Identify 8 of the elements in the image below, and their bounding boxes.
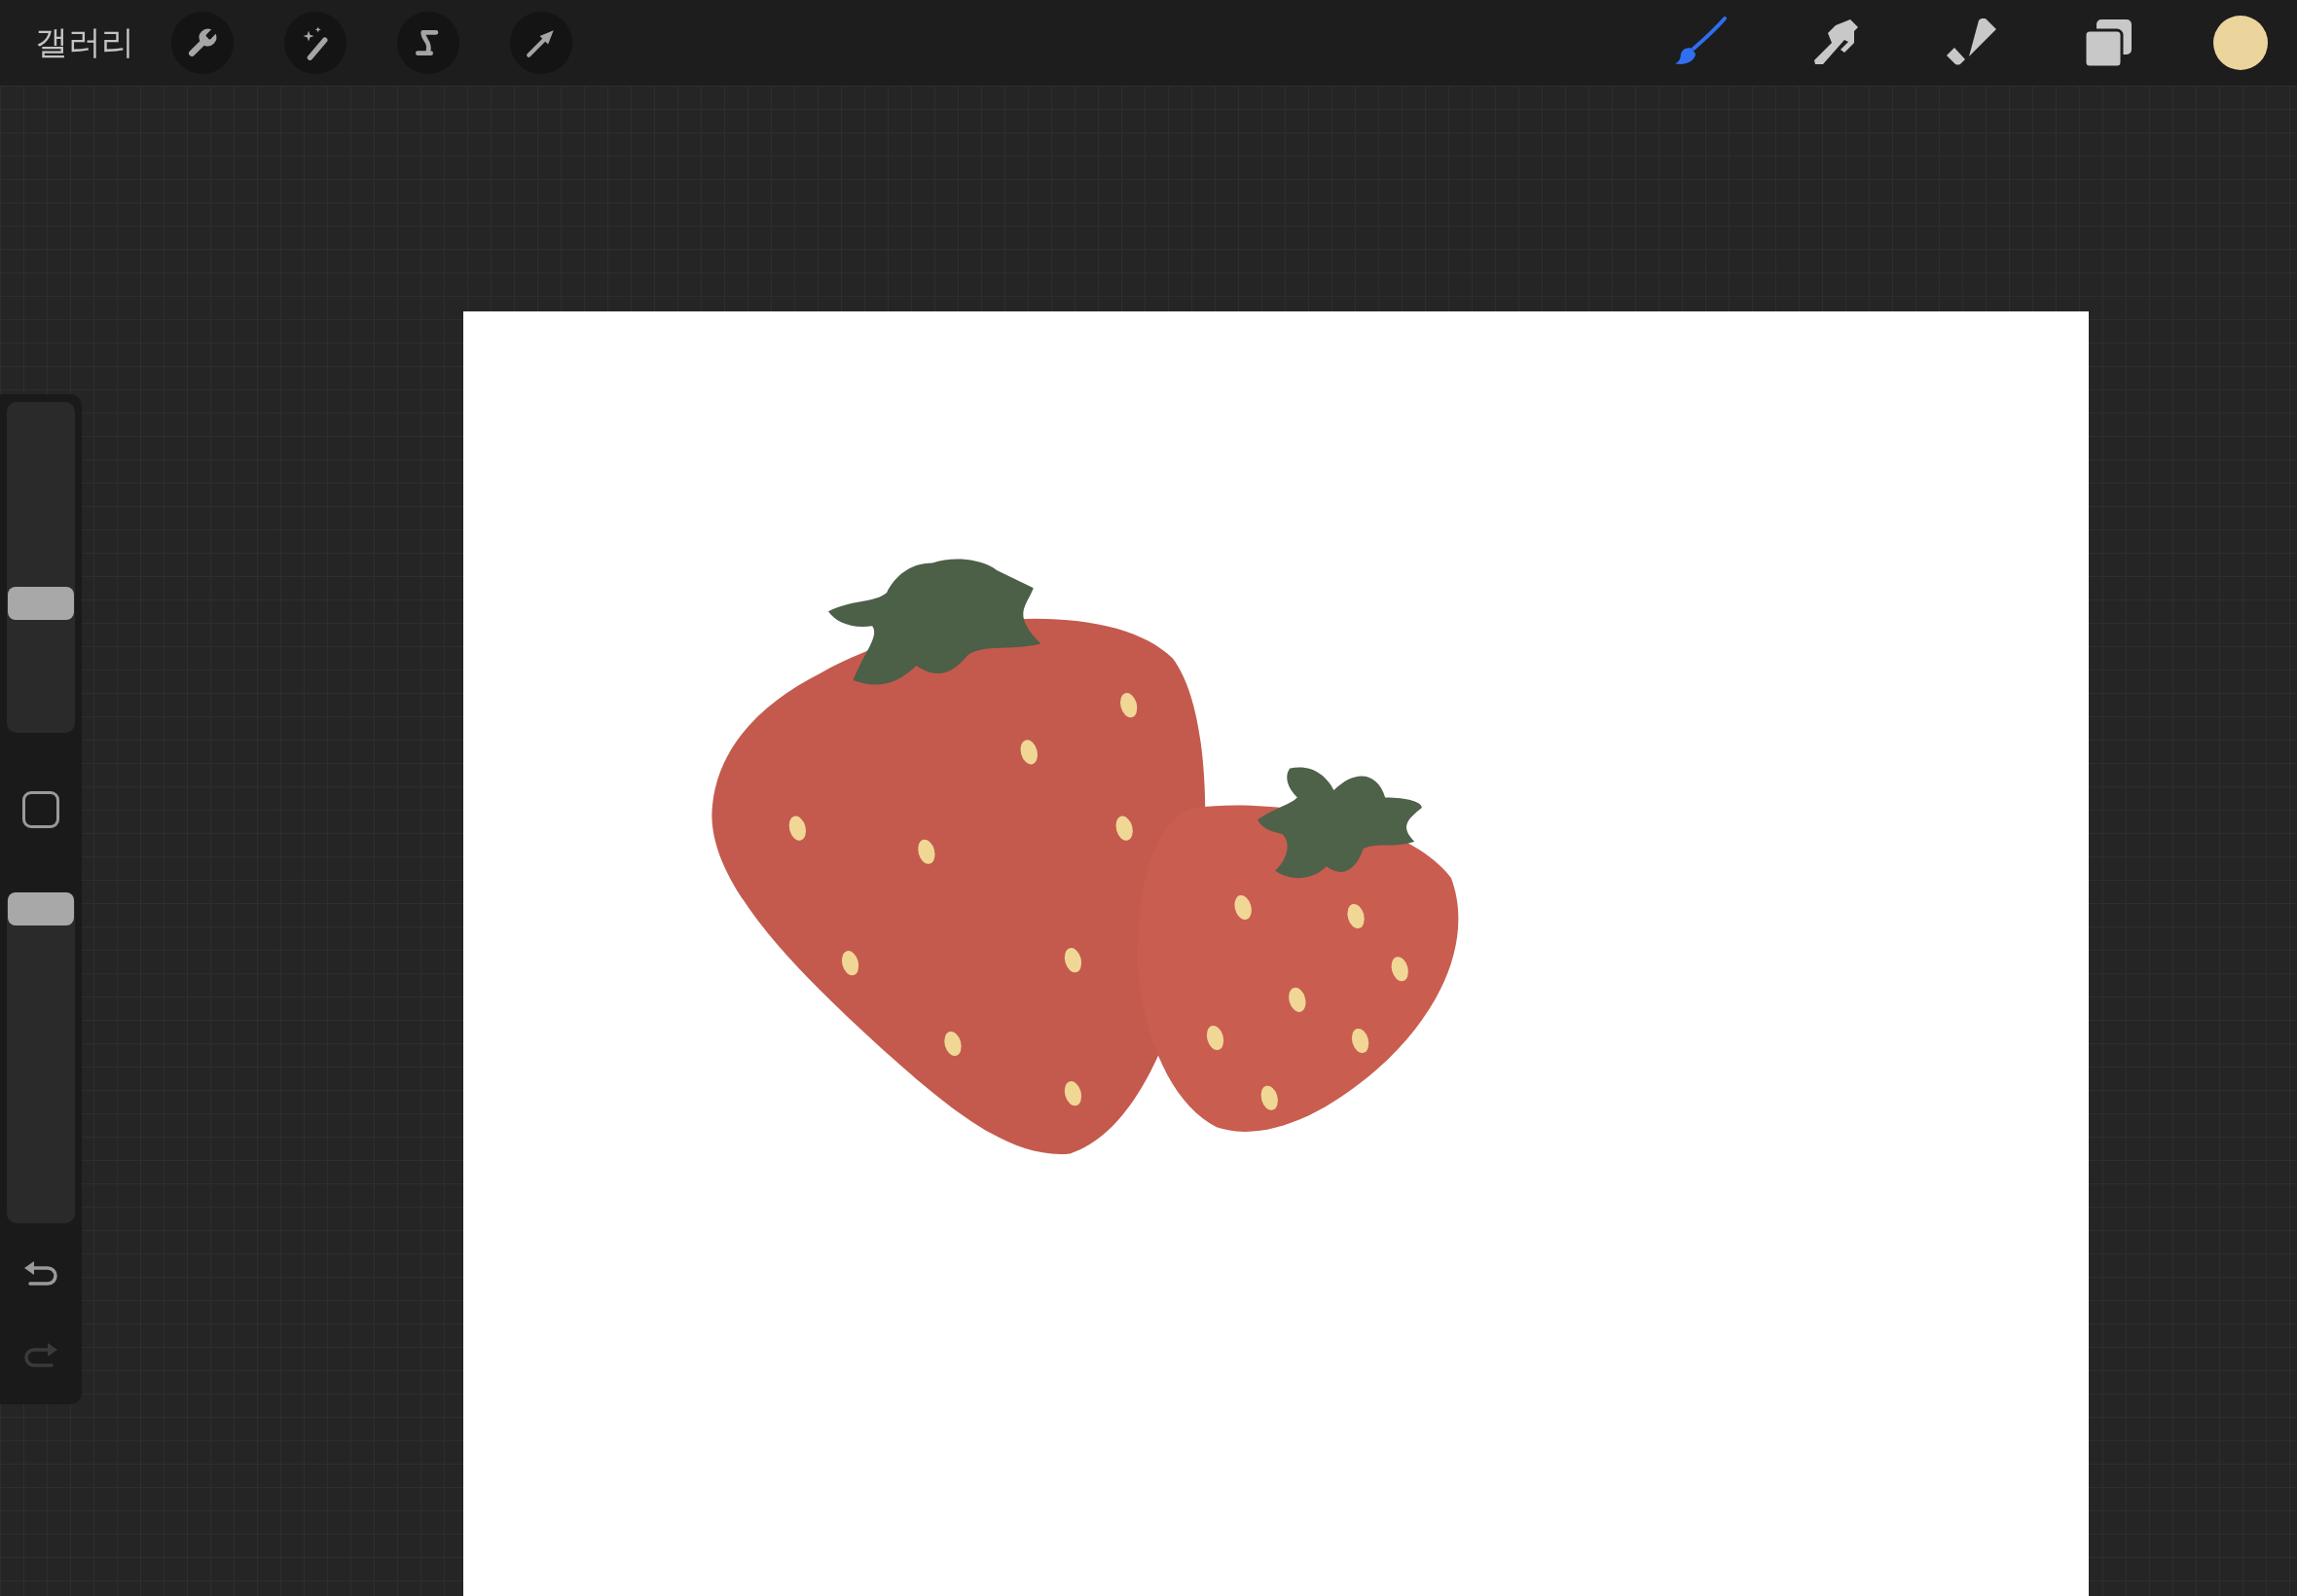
slider-thumb[interactable]	[8, 586, 74, 620]
modify-button[interactable]	[22, 791, 59, 828]
layers-icon	[2084, 18, 2133, 67]
slider-thumb[interactable]	[8, 892, 74, 925]
slider-track[interactable]	[7, 402, 75, 733]
slider-track[interactable]	[7, 892, 75, 1223]
color-swatch[interactable]	[2213, 16, 2268, 70]
gallery-link[interactable]: 갤러리	[35, 20, 134, 65]
